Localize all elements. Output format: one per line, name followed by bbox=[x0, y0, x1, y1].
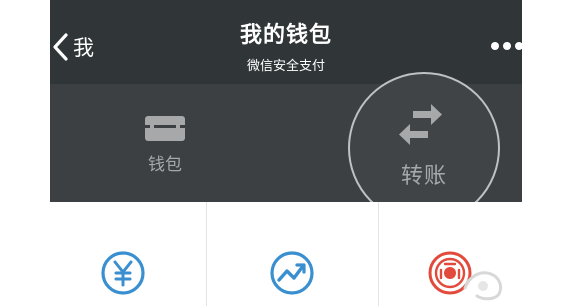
top-navigation-bar: 我 我的钱包 微信安全支付 bbox=[50, 0, 522, 84]
yuan-coin-icon bbox=[101, 251, 145, 295]
wallet-action-panel: 钱包 转账 bbox=[50, 72, 522, 224]
service-item-1[interactable] bbox=[50, 202, 206, 306]
service-item-2[interactable] bbox=[207, 202, 378, 306]
more-options-button[interactable] bbox=[491, 36, 522, 56]
trend-chart-icon bbox=[270, 251, 314, 295]
red-seal-icon bbox=[428, 251, 472, 295]
service-grid bbox=[50, 202, 522, 306]
transfer-label: 转账 bbox=[400, 164, 447, 189]
page-subtitle: 微信安全支付 bbox=[246, 59, 325, 74]
page-title: 我的钱包 bbox=[239, 23, 332, 48]
wallet-icon bbox=[145, 116, 185, 141]
service-item-3[interactable] bbox=[379, 202, 522, 306]
wallet-label: 钱包 bbox=[148, 155, 182, 175]
wallet-tile[interactable]: 钱包 bbox=[50, 84, 280, 202]
wallet-screen: 我 我的钱包 微信安全支付 钱包 转账 bbox=[50, 0, 522, 306]
transfer-arrows-icon bbox=[399, 104, 442, 145]
